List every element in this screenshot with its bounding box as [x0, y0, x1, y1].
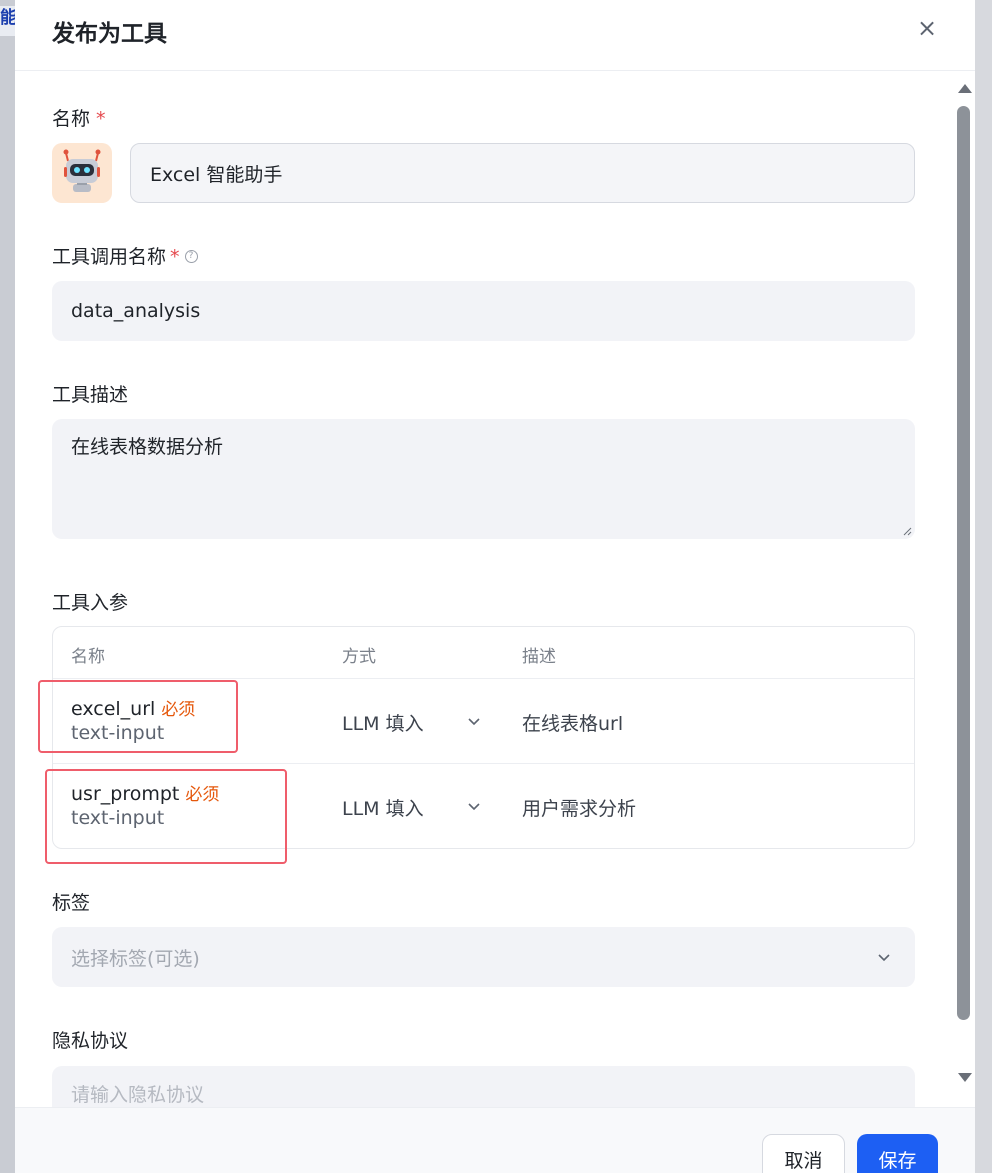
background-overlay [975, 0, 992, 1173]
name-input[interactable]: Excel 智能助手 [130, 143, 915, 203]
param-description: 用户需求分析 [522, 798, 637, 820]
name-label: 名称 * [52, 108, 106, 130]
tool-description-value: 在线表格数据分析 [71, 436, 224, 458]
privacy-input[interactable]: 请输入隐私协议 [52, 1066, 915, 1107]
row-divider [53, 678, 914, 679]
background-page-text: 能 [0, 6, 15, 36]
row-divider [53, 763, 914, 764]
column-header-description: 描述 [522, 647, 556, 667]
tool-call-name-label: 工具调用名称 *? [52, 242, 198, 269]
dialog-header: 发布为工具 × [15, 0, 975, 71]
resize-handle-icon[interactable] [902, 526, 912, 536]
tool-description-textarea[interactable]: 在线表格数据分析 [52, 419, 915, 539]
highlight-box [45, 769, 287, 864]
scroll-down-arrow-icon[interactable] [958, 1073, 972, 1082]
tool-params-label: 工具入参 [52, 592, 129, 614]
mode-select-usr-prompt[interactable]: LLM 填入 [342, 794, 424, 821]
scrollbar-thumb[interactable] [957, 106, 970, 1020]
dialog-title: 发布为工具 [52, 21, 167, 47]
privacy-label: 隐私协议 [52, 1030, 129, 1052]
dialog-body[interactable]: 名称 * Excel 智能助手 工具调用名称 *? data_analysis … [15, 72, 955, 1107]
param-description: 在线表格url [522, 713, 624, 735]
highlight-box [38, 680, 238, 753]
background-page [0, 0, 15, 1173]
robot-avatar-icon[interactable] [52, 143, 112, 203]
dialog-footer: 取消 保存 [15, 1107, 975, 1173]
required-mark: * [96, 108, 106, 130]
publish-tool-dialog: 发布为工具 × 名称 * Excel 智能助手 工具调用名称 * ? data_… [15, 0, 975, 1173]
close-icon[interactable]: × [913, 14, 941, 42]
mode-select-excel-url[interactable]: LLM 填入 [342, 709, 424, 736]
tags-label: 标签 [52, 892, 91, 914]
required-mark: * [170, 246, 180, 268]
save-button[interactable]: 保存 [857, 1134, 938, 1173]
tool-call-name-input[interactable]: data_analysis [52, 281, 915, 341]
chevron-down-icon[interactable] [467, 716, 481, 726]
column-header-name: 名称 [71, 647, 105, 667]
tags-select[interactable]: 选择标签(可选) [52, 927, 915, 987]
privacy-placeholder: 请输入隐私协议 [71, 1084, 205, 1106]
tags-placeholder: 选择标签(可选) [71, 947, 200, 970]
chevron-down-icon[interactable] [877, 952, 891, 962]
scroll-up-arrow-icon[interactable] [958, 84, 972, 93]
scrollbar[interactable] [955, 80, 973, 1090]
cancel-button[interactable]: 取消 [762, 1134, 845, 1173]
tool-description-label: 工具描述 [52, 384, 129, 406]
help-icon[interactable]: ? [184, 249, 198, 263]
chevron-down-icon[interactable] [467, 801, 481, 811]
column-header-mode: 方式 [342, 647, 376, 667]
